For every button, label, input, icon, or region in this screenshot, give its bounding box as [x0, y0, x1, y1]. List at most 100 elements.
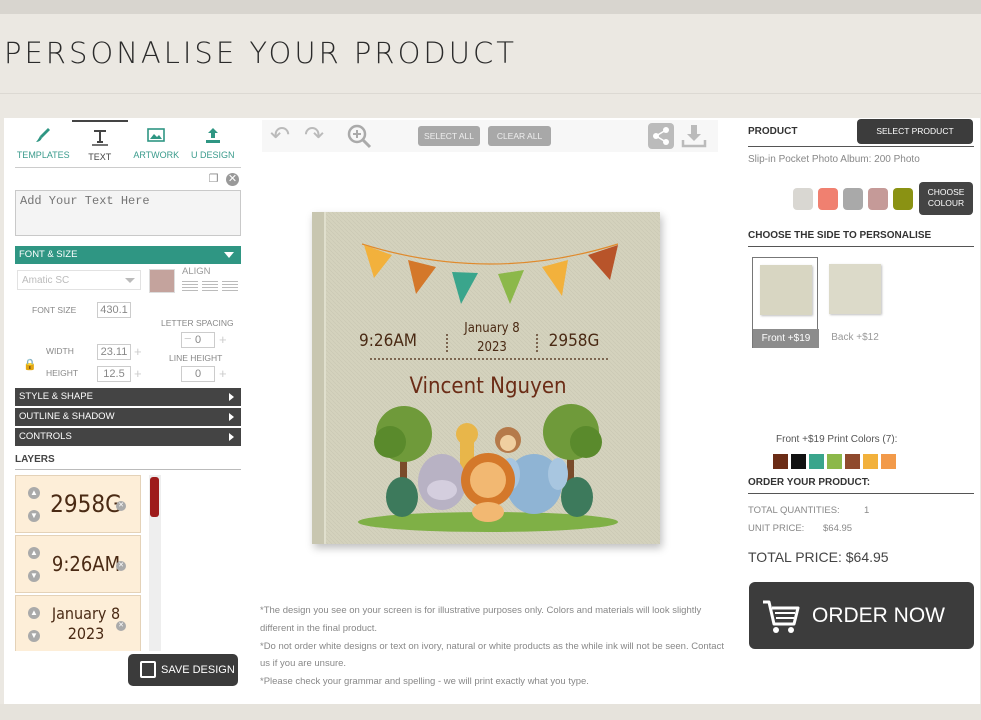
letter-spacing-label: LETTER SPACING [161, 318, 234, 328]
print-color-swatch [845, 454, 860, 469]
tab-text[interactable]: TEXT [71, 120, 128, 167]
choose-colour-label: COLOUR [927, 198, 965, 208]
product-panel: PRODUCT SELECT PRODUCT Slip-in Pocket Ph… [748, 118, 974, 658]
product-colour-option[interactable] [893, 188, 913, 210]
move-down-icon[interactable]: ▼ [28, 630, 40, 642]
plus-icon[interactable]: + [219, 367, 227, 380]
add-text-input[interactable] [15, 190, 241, 236]
redo-icon[interactable]: ↷ [304, 124, 324, 148]
back-thumbnail [829, 264, 881, 314]
side-back-label: Back +$12 [831, 332, 879, 343]
canvas-toolbar: ↶ ↷ SELECT ALL CLEAR ALL [262, 120, 718, 152]
layers-scrollbar-thumb[interactable] [150, 477, 159, 517]
plus-icon[interactable]: + [134, 367, 142, 380]
style-shape-section[interactable]: STYLE & SHAPE [15, 388, 241, 406]
download-icon[interactable] [681, 123, 707, 154]
font-size-section-label: FONT & SIZE [19, 249, 78, 260]
plus-icon[interactable]: + [219, 333, 227, 346]
product-colour-option[interactable] [868, 188, 888, 210]
choose-colour-button[interactable]: CHOOSE COLOUR [919, 182, 973, 215]
disclaimer-line: *Please check your grammar and spelling … [260, 676, 589, 688]
line-height-label: LINE HEIGHT [169, 353, 223, 363]
layer-item[interactable]: ▲ ▼ 2958G ✕ [15, 475, 141, 533]
select-product-button[interactable]: SELECT PRODUCT [857, 119, 973, 144]
image-icon [128, 126, 185, 146]
font-size-label: FONT SIZE [32, 305, 77, 315]
tab-artwork[interactable]: ARTWORK [128, 120, 185, 167]
controls-section[interactable]: CONTROLS [15, 428, 241, 446]
disclaimer: *The design you see on your screen is fo… [260, 602, 730, 691]
chevron-right-icon [229, 413, 234, 421]
divider [748, 493, 974, 494]
tab-templates[interactable]: TEMPLATES [15, 120, 72, 167]
print-color-swatch [791, 454, 806, 469]
letter-spacing-field[interactable]: 0 [181, 332, 215, 348]
select-all-button[interactable]: SELECT ALL [418, 126, 480, 146]
layer-item[interactable]: ▲ ▼ 9:26AM ✕ [15, 535, 141, 593]
font-size-section-header[interactable]: FONT & SIZE [15, 246, 241, 264]
chevron-down-icon [125, 278, 135, 283]
order-heading: ORDER YOUR PRODUCT: [748, 477, 871, 488]
product-colour-option[interactable] [818, 188, 838, 210]
side-option-back[interactable]: Back +$12 [822, 257, 888, 348]
zoom-in-icon[interactable] [346, 123, 372, 154]
layer-item[interactable]: ▲ ▼ January 8 2023 ✕ [15, 595, 141, 651]
font-size-field[interactable]: 430.1 [97, 302, 131, 318]
width-field[interactable]: 23.11 [97, 344, 131, 360]
lock-icon[interactable]: 🔒 [23, 358, 37, 371]
controls-label: CONTROLS [19, 431, 72, 442]
cart-icon [763, 600, 800, 633]
move-up-icon[interactable]: ▲ [28, 547, 40, 559]
size-controls: FONT SIZE 430.1 LETTER SPACING − 0 + 🔒 W… [15, 298, 241, 388]
album-preview[interactable]: 9:26AM January 8 2023 2958G Vincent Nguy… [312, 212, 660, 544]
tool-tabs: TEMPLATES TEXT ARTWORK U DESIGN [15, 120, 241, 168]
tab-artwork-label: ARTWORK [133, 150, 180, 160]
unit-price-label: UNIT PRICE: [748, 523, 805, 534]
front-thumbnail [760, 265, 812, 315]
share-icon[interactable] [648, 123, 674, 154]
duplicate-icon[interactable]: ❐ [207, 173, 220, 186]
align-left-icon[interactable] [182, 281, 198, 292]
close-icon[interactable]: ✕ [226, 172, 239, 186]
move-down-icon[interactable]: ▼ [28, 570, 40, 582]
layer-text: 9:26AM [51, 552, 121, 576]
move-down-icon[interactable]: ▼ [28, 510, 40, 522]
font-select[interactable]: Amatic SC [17, 270, 141, 290]
plus-icon[interactable]: + [134, 345, 142, 358]
order-now-button[interactable]: ORDER NOW [749, 582, 974, 649]
align-buttons [182, 281, 238, 292]
side-option-front[interactable]: Front +$19 [752, 257, 819, 348]
unit-price-value: $64.95 [823, 523, 853, 534]
text-colour-swatch[interactable] [149, 269, 175, 293]
save-design-button[interactable]: SAVE DESIGN [128, 654, 238, 686]
move-up-icon[interactable]: ▲ [28, 487, 40, 499]
font-select-value: Amatic SC [22, 275, 70, 286]
total-quantities-label: TOTAL QUANTITIES: [748, 505, 840, 516]
clear-all-button[interactable]: CLEAR ALL [488, 126, 551, 146]
side-front-label: Front +$19 [753, 329, 819, 348]
product-name: Slip-in Pocket Photo Album: 200 Photo [748, 154, 920, 165]
remove-icon[interactable]: ✕ [116, 621, 126, 631]
album-date-line2: 2023 [477, 340, 507, 355]
remove-icon[interactable]: ✕ [116, 501, 126, 511]
tab-u-design[interactable]: U DESIGN [185, 120, 242, 167]
move-up-icon[interactable]: ▲ [28, 607, 40, 619]
top-strip [0, 0, 981, 14]
product-colour-option[interactable] [843, 188, 863, 210]
print-color-swatch [881, 454, 896, 469]
layer-text: 2958G [50, 490, 122, 518]
product-colour-option[interactable] [793, 188, 813, 210]
height-field[interactable]: 12.5 [97, 366, 131, 382]
align-right-icon[interactable] [222, 281, 238, 292]
total-quantities-value: 1 [864, 505, 870, 516]
align-center-icon[interactable] [202, 281, 218, 292]
layer-text: January 8 [51, 604, 121, 623]
print-colors-label: Front +$19 Print Colors (7): [776, 434, 898, 445]
undo-icon[interactable]: ↶ [270, 124, 290, 148]
album-time: 9:26AM [359, 331, 417, 351]
outline-shadow-section[interactable]: OUTLINE & SHADOW [15, 408, 241, 426]
page-title: PERSONALISE YOUR PRODUCT [4, 36, 517, 70]
line-height-field[interactable]: 0 [181, 366, 215, 382]
remove-icon[interactable]: ✕ [116, 561, 126, 571]
tab-text-label: TEXT [88, 152, 112, 162]
